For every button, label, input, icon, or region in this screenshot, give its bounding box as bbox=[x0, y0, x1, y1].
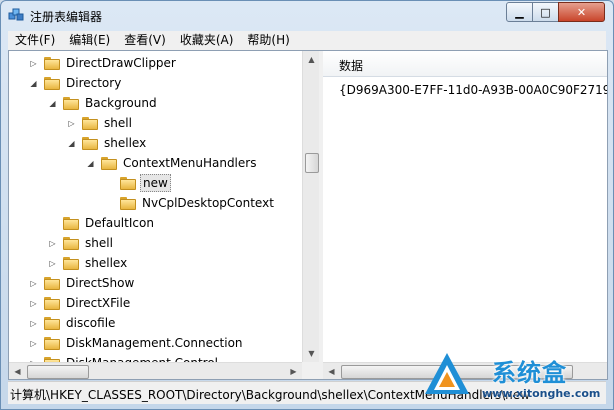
folder-icon bbox=[120, 196, 136, 210]
expand-icon[interactable]: ▷ bbox=[67, 119, 76, 128]
folder-icon bbox=[44, 336, 60, 350]
tree-item[interactable]: ◢ shellex bbox=[67, 133, 148, 153]
folder-icon bbox=[63, 256, 79, 270]
values-pane: 数据 {D969A300-E7FF-11d0-A93B-00A0C90F2719… bbox=[323, 51, 607, 379]
maximize-icon: □ bbox=[540, 5, 551, 19]
minimize-button[interactable]: ▁ bbox=[506, 2, 533, 22]
tree-item[interactable]: ▷ shellex bbox=[48, 253, 129, 273]
menu-help[interactable]: 帮助(H) bbox=[240, 31, 296, 50]
value-data-row[interactable]: {D969A300-E7FF-11d0-A93B-00A0C90F2719} bbox=[339, 83, 607, 97]
key-tree-pane: ▷ DirectDrawClipper ◢ Directory ◢ Background ▷… bbox=[9, 51, 323, 379]
client-area: ▷ DirectDrawClipper ◢ Directory ◢ Background ▷… bbox=[8, 50, 608, 380]
collapse-icon[interactable]: ◢ bbox=[29, 79, 38, 88]
menu-bar: 文件(F) 编辑(E) 查看(V) 收藏夹(A) 帮助(H) bbox=[8, 31, 606, 50]
tree-item-label: Directory bbox=[66, 76, 122, 90]
expand-icon[interactable]: ▷ bbox=[29, 59, 38, 68]
folder-icon bbox=[82, 136, 98, 150]
tree-item[interactable]: ▷ shell bbox=[67, 113, 134, 133]
expand-icon[interactable]: ▷ bbox=[48, 259, 57, 268]
expand-icon[interactable]: ▷ bbox=[48, 239, 57, 248]
folder-icon bbox=[44, 76, 60, 90]
site-watermark: 系统盒 www.xitonghe.com bbox=[422, 350, 612, 408]
collapse-icon[interactable]: ◢ bbox=[67, 139, 76, 148]
tree-item[interactable]: ▷ DirectDrawClipper bbox=[29, 53, 178, 73]
minimize-icon: ▁ bbox=[515, 5, 524, 19]
tree-item[interactable]: ◢ Directory bbox=[29, 73, 123, 93]
registry-editor-window: 注册表编辑器 ▁ □ ✕ 文件(F) 编辑(E) 查看(V) 收藏夹(A) 帮助… bbox=[0, 0, 614, 410]
window-title: 注册表编辑器 bbox=[30, 10, 103, 24]
folder-icon bbox=[44, 276, 60, 290]
collapse-icon[interactable]: ◢ bbox=[48, 99, 57, 108]
scroll-right-icon[interactable]: ▶ bbox=[285, 363, 302, 379]
tree-item[interactable]: new bbox=[105, 173, 171, 193]
tree-item[interactable]: ◢ Background bbox=[48, 93, 159, 113]
scroll-down-icon[interactable]: ▼ bbox=[303, 345, 319, 362]
registry-app-icon bbox=[8, 8, 24, 21]
folder-icon bbox=[44, 316, 60, 330]
tree-item-label: shellex bbox=[85, 256, 128, 270]
tree-item-label: discofile bbox=[66, 316, 116, 330]
folder-icon bbox=[63, 96, 79, 110]
folder-icon bbox=[63, 236, 79, 250]
tree-item[interactable]: ▷ shell bbox=[48, 233, 115, 253]
tree-item[interactable]: DefaultIcon bbox=[48, 213, 156, 233]
expand-icon[interactable]: ▷ bbox=[29, 319, 38, 328]
tree-item-label: ContextMenuHandlers bbox=[123, 156, 257, 170]
maximize-button[interactable]: □ bbox=[532, 2, 559, 22]
folder-icon bbox=[44, 56, 60, 70]
menu-favorites[interactable]: 收藏夹(A) bbox=[173, 31, 241, 50]
menu-edit[interactable]: 编辑(E) bbox=[62, 31, 117, 50]
folder-icon bbox=[82, 116, 98, 130]
tree-item-label: shell bbox=[85, 236, 113, 250]
close-icon: ✕ bbox=[576, 5, 587, 19]
data-column-header-label: 数据 bbox=[339, 59, 364, 73]
tree-item[interactable]: ▷ DirectShow bbox=[29, 273, 136, 293]
tree-item[interactable]: ◢ ContextMenuHandlers bbox=[86, 153, 258, 173]
scroll-up-icon[interactable]: ▲ bbox=[303, 51, 319, 68]
watermark-logo-icon bbox=[425, 353, 469, 394]
tree-horizontal-scroll-thumb[interactable] bbox=[27, 365, 89, 379]
open-folder-icon bbox=[120, 176, 136, 190]
collapse-icon[interactable]: ◢ bbox=[86, 159, 95, 168]
tree-horizontal-scrollbar[interactable]: ◀ ▶ bbox=[9, 362, 302, 379]
tree-item[interactable]: ▷DiskManagement.Control bbox=[29, 353, 220, 362]
tree-item-label: DirectDrawClipper bbox=[66, 56, 176, 70]
tree-item[interactable]: ▷ DiskManagement.Connection bbox=[29, 333, 245, 353]
menu-view[interactable]: 查看(V) bbox=[117, 31, 173, 50]
tree-item-label: DirectShow bbox=[66, 276, 135, 290]
watermark-name: 系统盒 bbox=[492, 359, 567, 387]
tree-item-label: NvCplDesktopContext bbox=[142, 196, 274, 210]
tree-item-label: DefaultIcon bbox=[85, 216, 154, 230]
title-bar[interactable]: 注册表编辑器 ▁ □ ✕ bbox=[1, 1, 613, 29]
tree-item-label: shell bbox=[104, 116, 132, 130]
tree-vertical-scroll-thumb[interactable] bbox=[305, 153, 319, 173]
data-column-header[interactable]: 数据 bbox=[323, 51, 607, 77]
folder-icon bbox=[44, 296, 60, 310]
menu-file[interactable]: 文件(F) bbox=[8, 31, 62, 50]
tree-item-label: Background bbox=[85, 96, 157, 110]
tree-item-label: DirectXFile bbox=[66, 296, 131, 310]
tree-item-label: DiskManagement.Control bbox=[64, 355, 220, 362]
tree-item[interactable]: ▷ discofile bbox=[29, 313, 117, 333]
tree-item[interactable]: ▷ DirectXFile bbox=[29, 293, 132, 313]
tree-item-label: new bbox=[140, 174, 171, 192]
folder-icon bbox=[101, 156, 117, 170]
values-scroll-left-icon[interactable]: ◀ bbox=[323, 363, 340, 379]
scroll-left-icon[interactable]: ◀ bbox=[9, 363, 26, 379]
tree-vertical-scrollbar[interactable]: ▲ ▼ bbox=[302, 51, 319, 362]
close-button[interactable]: ✕ bbox=[558, 2, 605, 22]
expand-icon[interactable]: ▷ bbox=[29, 339, 38, 348]
expand-icon[interactable]: ▷ bbox=[29, 279, 38, 288]
tree-item[interactable]: NvCplDesktopContext bbox=[105, 193, 276, 213]
expand-icon[interactable]: ▷ bbox=[29, 299, 38, 308]
scrollbar-corner bbox=[302, 362, 319, 379]
folder-icon bbox=[63, 216, 79, 230]
tree-item-label: DiskManagement.Connection bbox=[66, 336, 243, 350]
registry-key-tree: ▷ DirectDrawClipper ◢ Directory ◢ Background ▷… bbox=[9, 51, 302, 362]
tree-item-label: shellex bbox=[104, 136, 147, 150]
watermark-url: www.xitonghe.com bbox=[482, 387, 601, 400]
